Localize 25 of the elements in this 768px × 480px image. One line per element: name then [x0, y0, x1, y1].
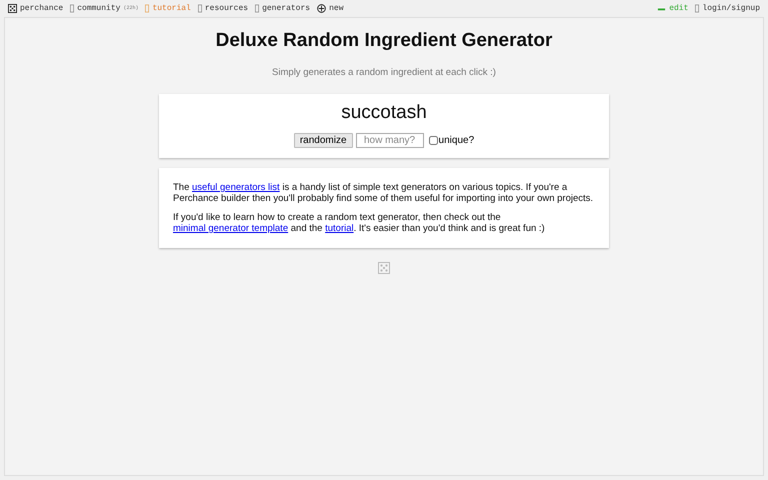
link[interactable]: tutorial: [325, 223, 354, 234]
link[interactable]: minimal generator template: [173, 223, 288, 234]
count-field[interactable]: how many?: [356, 133, 424, 148]
box-icon: [695, 4, 700, 12]
plus-icon: [317, 4, 326, 12]
link[interactable]: useful generators list: [192, 182, 280, 193]
box-icon: [145, 4, 150, 12]
nav-link[interactable]: generators: [255, 4, 310, 12]
paragraph: If you'd like to learn how to create a random text generator, then check out the minimal generator template and the tutorial. It's easier than you'd think and is great fun :): [173, 212, 546, 234]
randomize-button[interactable]: randomize: [294, 133, 353, 148]
dice-icon: [378, 262, 390, 274]
dice-icon: [8, 4, 17, 12]
nav-link[interactable]: login/signup: [695, 4, 760, 12]
nav-link[interactable]: new: [317, 4, 344, 12]
unique-label: unique?: [438, 135, 474, 146]
box-icon: [198, 4, 202, 12]
nav-link[interactable]: resources: [198, 4, 248, 12]
paragraph: The useful generators list is a handy list of simple text generators on various topics. If you're a Perchance builder then you'll probably find some of them useful for importing into your own projects.: [173, 182, 594, 204]
result-text: succotash: [341, 102, 427, 124]
page-title: Deluxe Random Ingredient Generator: [216, 30, 552, 52]
box-icon: [255, 4, 260, 12]
unique-checkbox[interactable]: [428, 136, 438, 145]
nav-link[interactable]: perchance: [8, 4, 64, 12]
subtitle: Simply generates a random ingredient at each click :): [272, 67, 496, 78]
box-icon: [70, 4, 74, 12]
